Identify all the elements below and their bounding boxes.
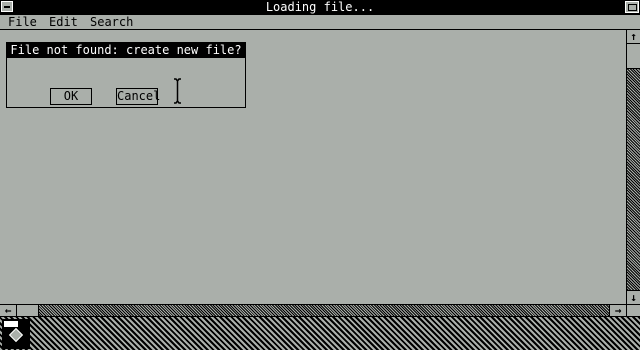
- desktop-app-icon[interactable]: [2, 319, 30, 349]
- scroll-down-button[interactable]: ↓: [627, 290, 640, 304]
- horizontal-scrollbar[interactable]: ← →: [0, 304, 626, 316]
- title-bar: Loading file...: [0, 0, 640, 15]
- dialog-title: File not found: create new file?: [7, 43, 245, 58]
- scroll-up-button[interactable]: ↑: [627, 30, 640, 44]
- scroll-left-button[interactable]: ←: [0, 305, 17, 316]
- text-cursor-icon: [174, 78, 181, 104]
- vertical-scrollbar[interactable]: ↑ ↓: [626, 30, 640, 304]
- vertical-scroll-thumb[interactable]: [627, 44, 640, 69]
- desktop-area: [0, 316, 640, 350]
- cancel-button[interactable]: Cancel: [116, 88, 160, 105]
- scroll-right-button[interactable]: →: [609, 305, 626, 316]
- system-menu-icon[interactable]: [1, 1, 13, 12]
- menu-bar: File Edit Search: [0, 15, 640, 30]
- ok-button[interactable]: OK: [50, 88, 92, 105]
- file-not-found-dialog: File not found: create new file? OK Canc…: [6, 42, 246, 108]
- horizontal-scroll-thumb[interactable]: [17, 305, 39, 316]
- menu-edit[interactable]: Edit: [49, 15, 78, 30]
- scrollbar-corner: [626, 304, 640, 316]
- window-title: Loading file...: [265, 0, 375, 14]
- maximize-icon[interactable]: [625, 1, 639, 13]
- menu-file[interactable]: File: [8, 15, 37, 30]
- menu-search[interactable]: Search: [90, 15, 133, 30]
